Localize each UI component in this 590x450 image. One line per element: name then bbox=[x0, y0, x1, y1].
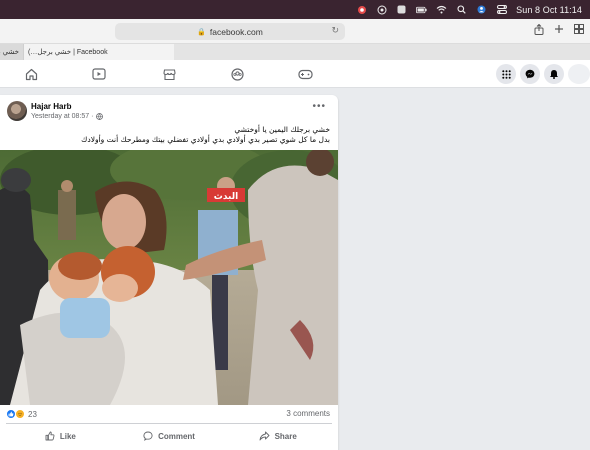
share-button[interactable]: Share bbox=[223, 427, 332, 445]
search-icon[interactable] bbox=[456, 5, 467, 14]
globe-icon bbox=[96, 113, 104, 120]
post-actions: Like Comment Share bbox=[6, 427, 332, 445]
macos-menubar: Sun 8 Oct 11:14 bbox=[0, 0, 590, 19]
facebook-top-nav bbox=[0, 60, 590, 88]
share-label: Share bbox=[274, 431, 297, 441]
grid-icon bbox=[501, 69, 511, 79]
video-icon[interactable] bbox=[91, 66, 107, 82]
like-label: Like bbox=[59, 431, 76, 441]
messenger-button[interactable] bbox=[520, 64, 540, 84]
new-tab-icon[interactable] bbox=[554, 24, 564, 38]
wifi-icon[interactable] bbox=[436, 5, 447, 14]
address-bar-url: facebook.com bbox=[209, 26, 263, 37]
post-card: Hajar Harb Yesterday at 08:57 · ••• خشي … bbox=[0, 95, 338, 450]
tab-2-active[interactable]: (…خشي برجل | Facebook bbox=[24, 44, 174, 60]
comments-count[interactable]: 3 comments bbox=[286, 409, 330, 418]
tab-3[interactable] bbox=[174, 44, 590, 60]
address-bar[interactable]: 🔒 facebook.com ↻ bbox=[115, 23, 345, 40]
account-button[interactable] bbox=[568, 64, 590, 84]
post-author[interactable]: Hajar Harb bbox=[31, 102, 71, 111]
reload-icon[interactable]: ↻ bbox=[331, 25, 339, 36]
messenger-icon bbox=[525, 69, 535, 79]
post-timestamp[interactable]: Yesterday at 08:57 · bbox=[31, 113, 93, 120]
toolbar-actions bbox=[534, 23, 584, 38]
marketplace-icon[interactable] bbox=[161, 66, 177, 82]
notifications-button[interactable] bbox=[544, 64, 564, 84]
post-meta: Yesterday at 08:57 · bbox=[31, 113, 104, 120]
battery-icon[interactable] bbox=[416, 5, 427, 14]
home-icon[interactable] bbox=[23, 66, 39, 82]
tab-strip: خشي بر (…خشي برجل | Facebook bbox=[0, 44, 590, 60]
post-options-icon[interactable]: ••• bbox=[312, 101, 326, 112]
care-reaction-icon bbox=[15, 409, 25, 419]
menubar-clock[interactable]: Sun 8 Oct 11:14 bbox=[516, 5, 582, 15]
photo-watermark: البدث bbox=[214, 192, 238, 202]
browser-toolbar: 🔒 facebook.com ↻ bbox=[0, 19, 590, 44]
bell-icon bbox=[550, 70, 558, 79]
post-photo[interactable]: البدث bbox=[0, 150, 338, 405]
share-icon[interactable] bbox=[534, 23, 544, 38]
share-arrow-icon bbox=[259, 431, 270, 441]
post-text-line-2: بدل ما كل شوي تصير بدي أولادي بدي أولادي… bbox=[81, 135, 330, 144]
control-center-icon[interactable] bbox=[496, 5, 507, 14]
tab-overview-icon[interactable] bbox=[574, 24, 584, 38]
thumbs-up-icon bbox=[45, 431, 55, 441]
groups-icon[interactable] bbox=[229, 66, 245, 82]
like-button[interactable]: Like bbox=[6, 427, 115, 445]
record-icon[interactable] bbox=[356, 5, 367, 14]
post-text-line-1: خشي برجلك اليمين يا أوختشي bbox=[234, 125, 330, 134]
divider bbox=[6, 423, 332, 424]
reaction-count: 23 bbox=[28, 409, 37, 419]
tab-1[interactable]: خشي بر bbox=[0, 44, 24, 60]
comment-icon bbox=[143, 431, 153, 441]
avatar[interactable] bbox=[7, 101, 27, 121]
app-icon[interactable] bbox=[396, 5, 407, 14]
user-icon[interactable] bbox=[476, 5, 487, 14]
post-text: خشي برجلك اليمين يا أوختشي بدل ما كل شوي… bbox=[10, 125, 330, 145]
comment-button[interactable]: Comment bbox=[115, 427, 224, 445]
menu-grid-button[interactable] bbox=[496, 64, 516, 84]
reaction-summary[interactable]: 23 bbox=[6, 409, 37, 419]
lock-icon: 🔒 bbox=[197, 28, 206, 36]
comment-label: Comment bbox=[158, 431, 195, 441]
circle-dot-icon[interactable] bbox=[376, 5, 387, 14]
gaming-icon[interactable] bbox=[297, 66, 313, 82]
